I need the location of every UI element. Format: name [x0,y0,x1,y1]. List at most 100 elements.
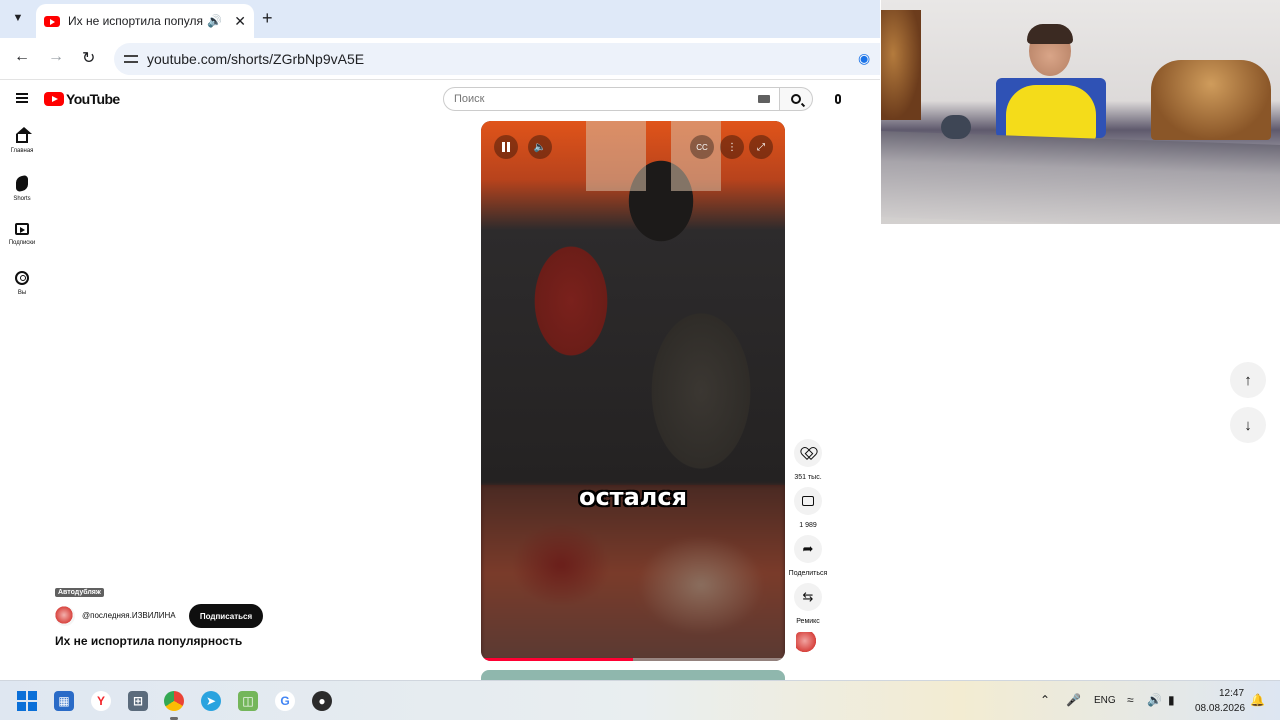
webcam-mouse [941,115,971,139]
yandex-browser-icon[interactable]: Y [91,691,111,711]
share-label: Поделиться [788,570,828,577]
fullscreen-button[interactable]: ⤢ [749,135,773,159]
rail-item-home[interactable]: Главная [0,127,44,154]
hamburger-menu-icon[interactable] [16,93,28,103]
captions-button[interactable]: CC [690,135,714,159]
clock-date[interactable]: 08.08.2026 [1195,703,1245,714]
more-options-button[interactable]: ⋮ [720,135,744,159]
start-button[interactable] [17,691,37,711]
back-arrow-icon[interactable]: ← [14,48,30,66]
battery-icon[interactable]: ▮ [1168,693,1175,707]
youtube-play-logo-icon [44,92,64,106]
webcam-desk [881,131,1280,224]
like-action[interactable]: 351 тыс. [786,439,830,481]
language-indicator[interactable]: ENG [1094,695,1116,706]
comment-action[interactable]: 1 989 [786,487,830,529]
video-progress-fill [481,658,633,661]
subscribe-button[interactable]: Подписаться [189,604,263,628]
search-box[interactable] [443,87,780,111]
clock-time[interactable]: 12:47 [1219,688,1244,699]
more-vertical-icon: ⋮ [727,141,737,153]
arrow-up-icon: ↑ [1244,371,1252,389]
channel-handle[interactable]: @последняя.ИЗВИЛИНА [82,611,176,620]
chrome-icon[interactable] [164,691,184,711]
shorts-video-player[interactable]: остался 🔈 CC ⋮ ⤢ [481,121,785,661]
browser-tab-active[interactable]: Их не испортила популярнос 🔊 ✕ [36,4,254,38]
video-frame-top [481,121,785,485]
forward-arrow-icon[interactable]: → [48,48,64,66]
webcam-chair [1151,60,1271,140]
search-button[interactable] [780,87,813,111]
arrow-down-icon: ↓ [1244,416,1252,434]
pause-icon [502,142,510,152]
channel-avatar[interactable] [55,606,75,626]
microphone-icon [835,94,841,104]
like-count: 351 тыс. [794,474,822,481]
auto-dub-badge: Автодубляж [55,588,104,597]
media-app-icon[interactable]: ● [312,691,332,711]
tab-audio-icon[interactable]: 🔊 [207,14,222,28]
rail-item-shorts[interactable]: Shorts [0,174,44,202]
you-icon [15,271,29,285]
windows-taskbar: ▦ Y ⊞ ➤ ◫ G ● ⌃ 🎤 ENG ≈ 🔊 ▮ 12:47 08.08.… [0,680,1280,720]
tab-close-icon[interactable]: ✕ [234,13,246,30]
webcam-furniture [881,10,921,120]
rail-item-you[interactable]: Вы [0,271,44,296]
save-app-icon[interactable]: ▦ [54,691,74,711]
wifi-icon[interactable]: ≈ [1127,693,1134,707]
rail-label: Главная [10,148,34,154]
remix-action[interactable]: ⇆ Ремикс [786,583,830,625]
url-text[interactable]: youtube.com/shorts/ZGrbNp9vA5E [147,51,364,67]
video-frame-blurred [481,485,785,661]
search-icon [791,94,801,104]
comment-count: 1 989 [799,522,817,529]
comment-button[interactable] [794,487,822,515]
rail-label: Shorts [13,196,31,202]
video-title[interactable]: Их не испортила популярность [55,634,242,648]
voice-search-button[interactable] [826,87,850,111]
tab-search-dropdown-icon[interactable]: ▼ [6,6,30,30]
volume-icon: 🔈 [533,141,547,153]
search-input[interactable] [454,93,734,105]
google-icon[interactable]: G [275,691,295,711]
rail-item-subscriptions[interactable]: Подписки [0,223,44,246]
webcam-person-hair [1027,24,1073,44]
notification-bell-icon[interactable]: 🔔 [1250,693,1265,707]
youtube-logo[interactable]: YouTube [44,91,120,107]
share-button[interactable]: ➦ [794,535,822,563]
like-button[interactable] [794,439,822,467]
telegram-icon[interactable]: ➤ [201,691,221,711]
share-action[interactable]: ➦ Поделиться [786,535,830,577]
windows-logo-icon [17,691,37,711]
browser-tab-strip: ▼ Их не испортила популярнос 🔊 ✕ + [0,0,880,38]
channel-avatar-small[interactable] [796,632,818,654]
remix-icon: ⇆ [802,589,814,604]
google-lens-icon[interactable]: ◉ [858,50,870,67]
cc-icon: CC [696,142,708,152]
volume-button[interactable]: 🔈 [528,135,552,159]
money-app-icon[interactable]: ◫ [238,691,258,711]
site-info-icon[interactable] [124,52,138,66]
previous-short-button[interactable]: ↑ [1230,362,1266,398]
subscriptions-icon [15,223,29,235]
tab-title: Их не испортила популярнос [68,14,203,28]
remix-button[interactable]: ⇆ [794,583,822,611]
rail-label: Подписки [8,240,36,246]
share-arrow-icon: ➦ [802,541,814,556]
youtube-favicon-icon [44,15,60,27]
video-progress-bar[interactable] [481,658,785,661]
tray-chevron-up-icon[interactable]: ⌃ [1040,693,1050,707]
calculator-icon[interactable]: ⊞ [128,691,148,711]
reload-icon[interactable]: ↻ [82,48,95,68]
next-short-button[interactable]: ↓ [1230,407,1266,443]
volume-tray-icon[interactable]: 🔊 [1147,693,1162,707]
webcam-overlay [881,0,1280,224]
pause-button[interactable] [494,135,518,159]
backdrop-panel [586,121,646,191]
new-tab-plus-icon[interactable]: + [262,8,273,29]
keyboard-icon[interactable] [758,95,770,103]
comment-icon [802,496,814,506]
address-bar[interactable]: youtube.com/shorts/ZGrbNp9vA5E [114,43,880,75]
tray-microphone-icon[interactable]: 🎤 [1066,693,1081,707]
shorts-icon [16,174,28,193]
